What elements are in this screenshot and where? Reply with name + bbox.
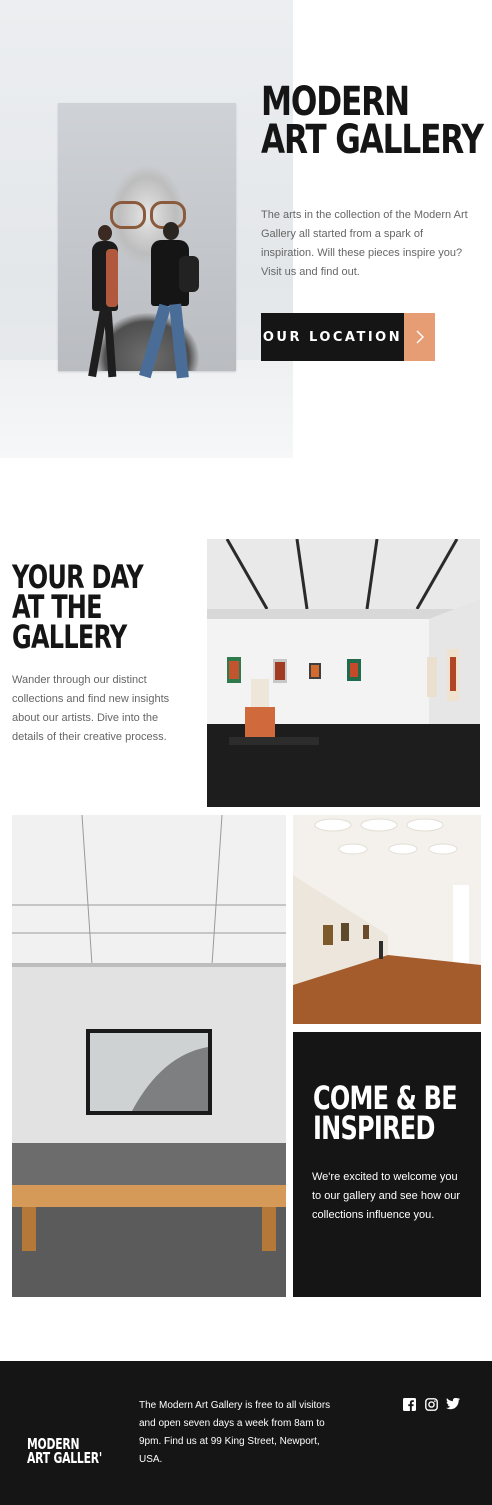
inspired-title-line2: INSPIRED	[313, 1109, 435, 1147]
chevron-right-icon	[404, 313, 435, 361]
day-section-description: Wander through our distinct collections …	[12, 674, 170, 743]
social-links	[402, 1397, 472, 1413]
hero-photo	[0, 0, 293, 458]
footer-info: The Modern Art Gallery is free to all vi…	[139, 1400, 331, 1465]
bench-room-photo	[12, 815, 286, 1297]
inspired-title: COME & BE INSPIRED	[313, 1082, 458, 1147]
day-title-line3: GALLERY	[12, 618, 127, 656]
hero-title-line2: ART GALLERY	[261, 117, 484, 163]
our-location-label: OUR LOCATION	[261, 313, 404, 361]
footer-logo[interactable]: MODERN ART GALLER'	[27, 1437, 106, 1467]
long-hall-photo	[293, 815, 481, 1024]
gallery-room-photo	[207, 539, 480, 807]
instagram-icon[interactable]	[424, 1397, 438, 1411]
twitter-icon[interactable]	[446, 1397, 460, 1411]
visitor-man	[139, 222, 199, 387]
visitor-woman	[88, 225, 122, 385]
inspired-description: We're excited to welcome you to our gall…	[312, 1171, 460, 1221]
day-section-title: YOUR DAY AT THE GALLERY	[12, 561, 144, 656]
hero-description: The arts in the collection of the Modern…	[261, 209, 468, 278]
hero-title: MODERN ART GALLERY	[261, 79, 484, 163]
footer-logo-line2: ART GALLER'	[27, 1449, 102, 1467]
facebook-icon[interactable]	[402, 1397, 416, 1411]
inspired-panel	[293, 1032, 481, 1297]
our-location-button[interactable]: OUR LOCATION	[261, 313, 435, 361]
hero-title-line1: MODERN	[261, 79, 410, 125]
